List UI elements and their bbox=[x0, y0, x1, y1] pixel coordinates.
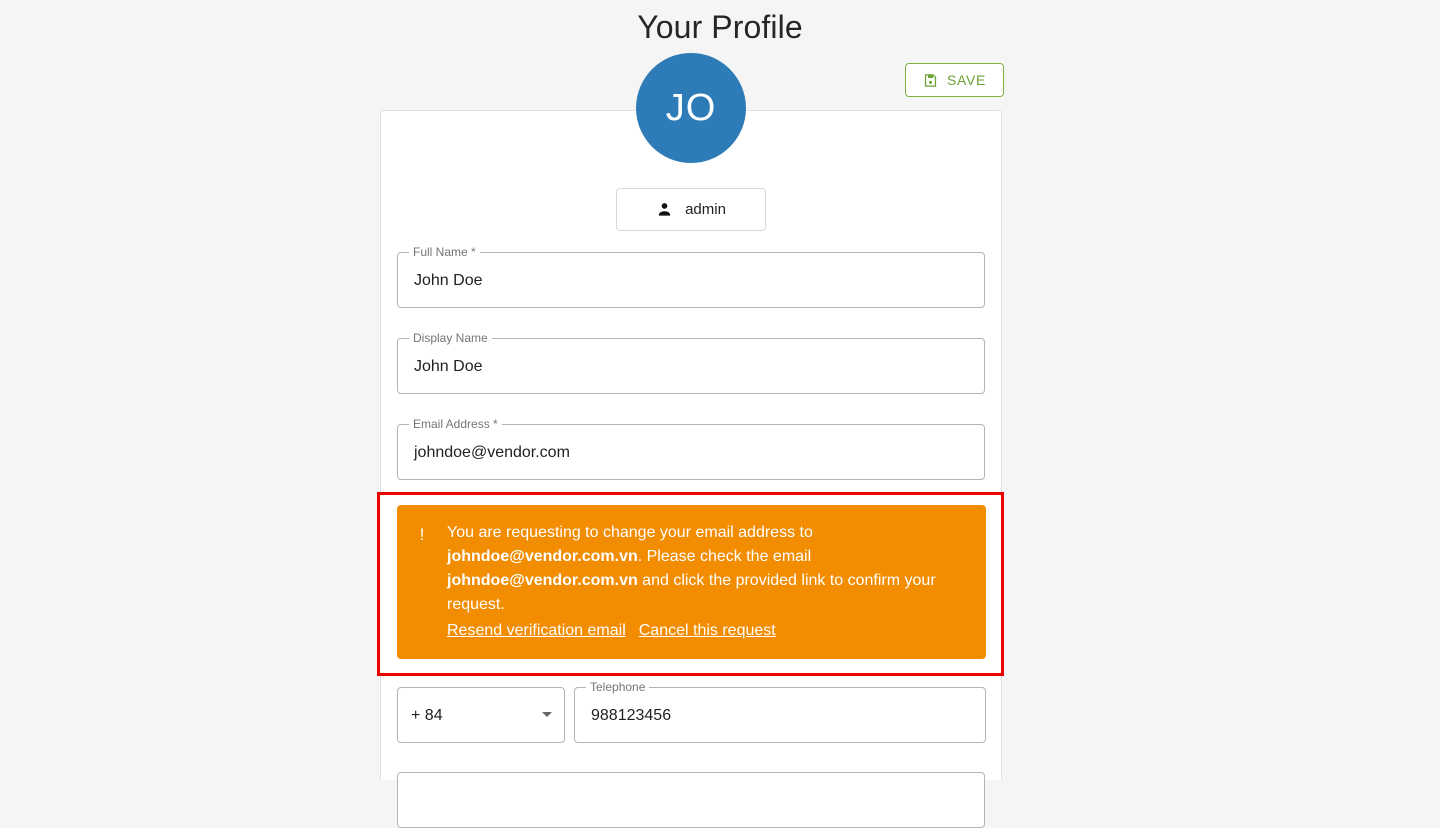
cancel-this-request-link[interactable]: Cancel this request bbox=[639, 619, 776, 643]
email-address-label: Email Address * bbox=[409, 417, 502, 431]
display-name-field[interactable]: Display Name John Doe bbox=[397, 331, 985, 394]
country-code-select[interactable]: + 84 bbox=[397, 687, 565, 743]
telephone-label: Telephone bbox=[586, 680, 650, 694]
role-chip-admin[interactable]: admin bbox=[616, 188, 766, 231]
save-button[interactable]: SAVE bbox=[905, 63, 1004, 97]
email-change-alert-links: Resend verification email Cancel this re… bbox=[447, 619, 970, 643]
full-name-value: John Doe bbox=[414, 272, 483, 289]
country-code-value: + 84 bbox=[411, 707, 443, 724]
avatar-initials: JO bbox=[665, 87, 717, 129]
email-address-field[interactable]: Email Address * johndoe@vendor.com bbox=[397, 417, 985, 480]
full-name-label: Full Name * bbox=[409, 245, 480, 259]
email-change-alert: ! You are requesting to change your emai… bbox=[397, 505, 986, 659]
next-field-partial[interactable] bbox=[397, 772, 985, 828]
email-change-alert-body: You are requesting to change your email … bbox=[447, 521, 970, 643]
alert-pending-email-2: johndoe@vendor.com.vn bbox=[447, 572, 638, 589]
chevron-down-icon[interactable] bbox=[542, 712, 552, 717]
avatar: JO bbox=[636, 53, 746, 163]
person-icon bbox=[656, 201, 673, 218]
email-address-value: johndoe@vendor.com bbox=[414, 444, 570, 461]
save-floppy-icon bbox=[923, 73, 938, 88]
page-title: Your Profile bbox=[637, 9, 803, 45]
full-name-field[interactable]: Full Name * John Doe bbox=[397, 245, 985, 308]
alert-text-part1: You are requesting to change your email … bbox=[447, 524, 813, 541]
resend-verification-email-link[interactable]: Resend verification email bbox=[447, 619, 626, 643]
save-button-label: SAVE bbox=[946, 72, 987, 88]
exclamation-icon: ! bbox=[419, 525, 425, 544]
display-name-value: John Doe bbox=[414, 358, 483, 375]
role-chip-label: admin bbox=[685, 201, 726, 218]
alert-text-part2: . Please check the email bbox=[637, 548, 812, 565]
display-name-label: Display Name bbox=[409, 331, 492, 345]
alert-pending-email-1: johndoe@vendor.com.vn bbox=[447, 548, 638, 565]
telephone-field[interactable]: Telephone 988123456 bbox=[574, 680, 986, 743]
telephone-value: 988123456 bbox=[591, 707, 672, 724]
